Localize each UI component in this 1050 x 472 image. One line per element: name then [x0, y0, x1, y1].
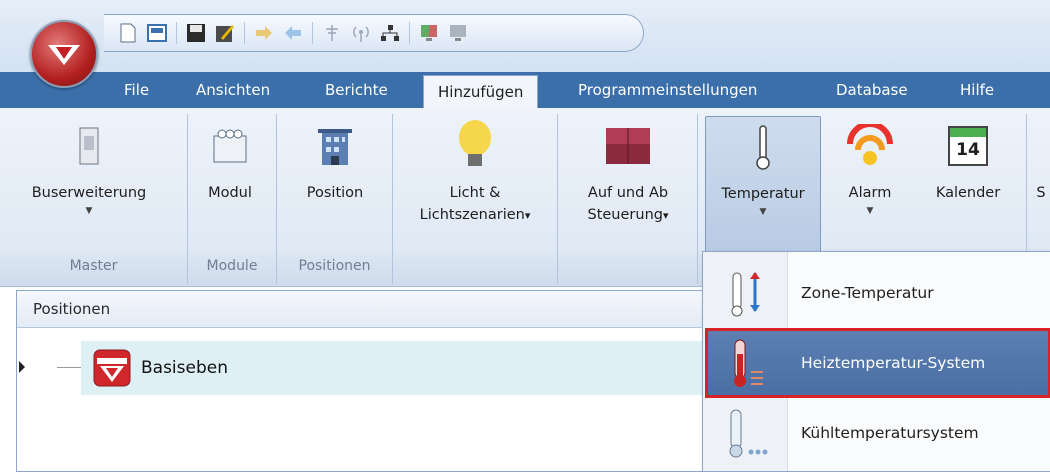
chevron-down-icon: ▾ — [662, 209, 669, 222]
menu-item-zone-temperatur[interactable]: Zone-Temperatur — [705, 258, 1050, 328]
brand-logo-icon — [93, 349, 131, 387]
temperature-dropdown-menu: Zone-Temperatur Heiztemperatur-System Kü… — [702, 251, 1050, 472]
application-menu-button[interactable] — [30, 20, 98, 88]
buserweiterung-label: Buserweiterung — [31, 185, 147, 201]
licht-label-line2: Lichtszenarien — [419, 207, 525, 223]
tab-ansichten[interactable]: Ansichten — [196, 72, 270, 108]
new-icon[interactable] — [118, 23, 138, 43]
chevron-down-icon: ▼ — [866, 206, 874, 216]
group-separator — [697, 114, 698, 284]
kalender-label: Kalender — [935, 185, 1001, 201]
buserweiterung-button[interactable]: Buserweiterung ▼ — [0, 116, 178, 254]
network-icon[interactable] — [380, 23, 400, 43]
edit-icon[interactable] — [215, 23, 235, 43]
save-icon[interactable] — [186, 23, 206, 43]
open-icon[interactable] — [147, 23, 167, 43]
tree-expand-arrow-icon[interactable] — [19, 361, 25, 373]
group-separator — [557, 114, 558, 284]
tab-file[interactable]: File — [124, 72, 149, 108]
bus-module-icon — [79, 127, 99, 165]
thermometer-icon — [756, 125, 770, 170]
brand-logo-icon — [48, 45, 80, 65]
tab-berichte[interactable]: Berichte — [325, 72, 388, 108]
alarm-icon — [847, 124, 893, 165]
alarm-button[interactable]: Alarm ▼ — [828, 116, 912, 254]
auf-und-ab-button[interactable]: Auf und Ab Steuerung▾ — [563, 116, 693, 254]
menu-item-label: Kühltemperatursystem — [801, 424, 979, 442]
monitor-icon[interactable] — [448, 23, 468, 43]
position-button[interactable]: Position — [280, 116, 390, 254]
calendar-icon: 14 — [948, 126, 988, 166]
calendar-day: 14 — [956, 140, 980, 160]
menu-item-label: Zone-Temperatur — [801, 284, 934, 302]
toolbar-separator — [312, 22, 313, 44]
group-label-master: Master — [69, 258, 118, 274]
licht-label-line1: Licht & — [449, 185, 501, 201]
monitor-color-icon[interactable] — [419, 23, 439, 43]
cut-off-button[interactable]: S — [1032, 116, 1050, 254]
title-bar — [0, 0, 1050, 72]
shutter-icon — [606, 128, 650, 164]
toolbar-separator — [176, 22, 177, 44]
tab-hilfe[interactable]: Hilfe — [960, 72, 994, 108]
quick-access-toolbar — [104, 14, 644, 52]
temperatur-label: Temperatur — [721, 186, 805, 202]
zone-thermometer-icon — [721, 266, 773, 320]
menu-item-kuehltemperatursystem[interactable]: Kühltemperatursystem — [705, 398, 1050, 468]
tree-connector — [57, 367, 81, 368]
heating-thermometer-icon — [721, 336, 773, 390]
tree-item-label[interactable]: Basiseben — [141, 341, 228, 395]
menu-item-label: Heiztemperatur-System — [801, 354, 986, 372]
import-icon[interactable] — [254, 23, 274, 43]
cooling-thermometer-icon — [721, 406, 773, 460]
licht-button[interactable]: Licht & Lichtszenarien▾ — [400, 116, 550, 254]
tab-hinzufuegen[interactable]: Hinzufügen — [423, 75, 539, 108]
tab-programmeinstellungen[interactable]: Programmeinstellungen — [578, 72, 757, 108]
group-label-module: Module — [206, 258, 258, 274]
tab-database[interactable]: Database — [836, 72, 908, 108]
modul-label: Modul — [208, 185, 252, 201]
chevron-down-icon: ▾ — [524, 209, 531, 222]
menu-item-heiztemperatur-system[interactable]: Heiztemperatur-System — [705, 328, 1050, 398]
group-separator — [392, 114, 393, 284]
auf-und-ab-label-line2: Steuerung — [587, 207, 663, 223]
auf-und-ab-label-line1: Auf und Ab — [587, 185, 669, 201]
building-icon — [318, 129, 352, 165]
toolbar-separator — [244, 22, 245, 44]
chevron-down-icon: ▼ — [85, 206, 93, 216]
position-label: Position — [306, 185, 364, 201]
wireless-icon[interactable] — [351, 23, 371, 43]
alarm-label: Alarm — [848, 185, 892, 201]
light-bulb-icon — [459, 120, 491, 166]
antenna-icon[interactable] — [322, 23, 342, 43]
modul-button[interactable]: Modul — [190, 116, 270, 254]
cut-off-label: S — [1036, 185, 1046, 201]
group-label-positionen: Positionen — [298, 258, 371, 274]
module-icon — [213, 129, 247, 163]
export-icon[interactable] — [283, 23, 303, 43]
chevron-down-icon: ▼ — [759, 207, 767, 217]
kalender-button[interactable]: 14 Kalender — [918, 116, 1018, 254]
temperatur-button[interactable]: Temperatur ▼ — [705, 116, 821, 254]
ribbon-tab-bar: File Ansichten Berichte Hinzufügen Progr… — [0, 72, 1050, 108]
toolbar-separator — [409, 22, 410, 44]
